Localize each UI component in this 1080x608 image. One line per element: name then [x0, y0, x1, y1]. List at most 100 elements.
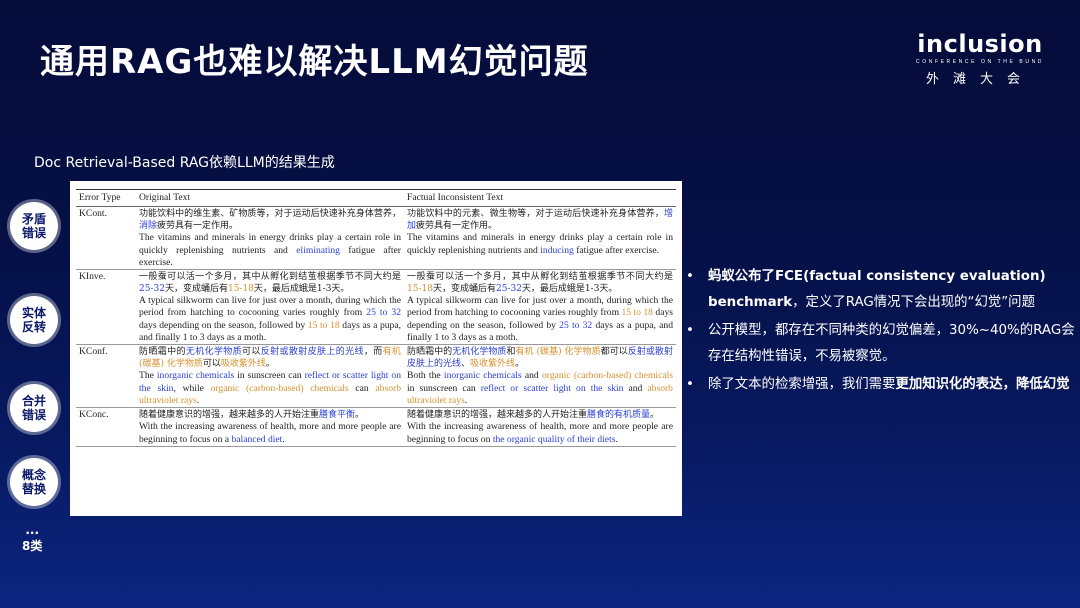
english-text: A typical silkworm can live for just ove…	[139, 295, 401, 319]
chinese-highlight: 15-18	[407, 284, 433, 295]
factual-inconsistent-cell: 随着健康意识的增强，越来越多的人开始注重膳食的有机质量。 With the inc…	[404, 407, 676, 447]
bullet-emphasis: 更加知识化的表达，降低幻觉	[895, 377, 1070, 392]
english-text: .	[615, 433, 618, 445]
english-text: A typical silkworm can live for just ove…	[407, 295, 673, 344]
chinese-text: 疲劳具有一定作用。	[416, 221, 498, 232]
english-text: The	[139, 370, 157, 382]
chinese-text: 功能饮料中的元素、微生物等，对于运动后快速补充身体营养，	[407, 209, 664, 220]
chinese-text: 和	[506, 347, 516, 358]
bullet-text: 公开模型，都存在不同种类的幻觉偏差，30%~40%的RAG会存在结构性错误，不易…	[708, 323, 1075, 364]
chinese-text: 防晒霜中的	[139, 347, 186, 358]
conference-logo: inclusion CONFERENCE ON THE BUND 外滩大会	[916, 30, 1044, 87]
chinese-text: 、	[461, 359, 471, 370]
logo-subtitle: CONFERENCE ON THE BUND	[916, 59, 1044, 65]
chinese-text: 功能饮料中的维生素、矿物质等，对于运动后快速补充身体营养，	[139, 209, 401, 220]
logo-chinese: 外滩大会	[926, 72, 1035, 87]
chinese-text: 。	[355, 410, 365, 421]
chinese-text: 疲劳具有一定作用。	[157, 221, 239, 232]
badge-merge-error: 合并错误	[10, 384, 58, 432]
error-type-table-figure: Error Type Original Text Factual Inconsi…	[70, 181, 682, 516]
chinese-text: 一般蚕可以活一个多月，其中从孵化到结茧根据季节不同大约是25-32天，变成蛹后有…	[139, 271, 401, 295]
badge-label: 概念替换	[21, 468, 46, 496]
bullet-dot-icon: •	[686, 323, 694, 338]
english-text: days depending on the season, followed b…	[139, 319, 308, 331]
chinese-text: 天，变成蛹后有	[432, 284, 496, 295]
bullet-text: 除了文本的检索增强，我们需要	[708, 377, 896, 392]
chinese-text: 天，变成蛹后有	[164, 284, 228, 295]
chinese-text: 随着健康意识的增强，越来越多的人开始注重膳食的有机质量。	[407, 409, 673, 421]
bullet-dot-icon: •	[686, 269, 694, 284]
chinese-text: 功能饮料中的维生素、矿物质等，对于运动后快速补充身体营养，消除疲劳具有一定作用。	[139, 208, 401, 232]
badge-concept-replacement: 概念替换	[10, 458, 58, 506]
english-text: .	[282, 433, 285, 445]
badge-contradiction: 矛盾错误	[10, 202, 58, 250]
slide-title: 通用RAG也难以解决LLM幻觉问题	[40, 42, 589, 82]
english-text: A typical silkworm can live for just ove…	[139, 295, 401, 344]
header-factual-inconsistent-text: Factual Inconsistent Text	[404, 188, 676, 208]
chinese-highlight: 膳食平衡	[319, 410, 356, 421]
english-highlight: eliminating	[296, 244, 340, 256]
more-categories: ... 8类	[22, 522, 42, 554]
chinese-text: 都可以	[600, 347, 628, 358]
more-label: 8类	[22, 539, 43, 553]
header-original-text: Original Text	[136, 188, 404, 208]
chinese-highlight: 有机 (碳基) 化学物质	[515, 347, 601, 358]
error-type-cell: KInve.	[76, 269, 136, 346]
logo-wordmark: inclusion	[917, 30, 1043, 58]
chinese-text: 随着健康意识的增强，越来越多的人开始注重膳食平衡。	[139, 409, 401, 421]
header-error-type: Error Type	[76, 188, 136, 208]
chinese-text: 防晒霜中的无机化学物质和有机 (碳基) 化学物质都可以反射或散射皮肤上的光线、吸…	[407, 346, 673, 370]
english-highlight: organic (carbon-based) chemicals	[210, 382, 349, 394]
chinese-highlight: 无机化学物质	[452, 347, 507, 358]
english-highlight: organic (carbon-based) chemicals	[542, 370, 674, 382]
chinese-highlight: 消除	[139, 221, 158, 232]
chinese-text: 功能饮料中的元素、微生物等，对于运动后快速补充身体营养，增加疲劳具有一定作用。	[407, 208, 673, 232]
bullet-item: • 除了文本的检索增强，我们需要更加知识化的表达，降低幻觉	[686, 372, 1076, 398]
chinese-text: 随着健康意识的增强，越来越多的人开始注重	[139, 410, 320, 421]
error-type-cell: KConf.	[76, 344, 136, 409]
error-type-table: Error Type Original Text Factual Inconsi…	[76, 188, 676, 447]
chinese-text: ，而	[363, 347, 383, 358]
chinese-highlight: 15-18	[227, 284, 254, 295]
badge-label: 矛盾错误	[21, 212, 46, 240]
table-row: KConf. 防晒霜中的无机化学物质可以反射或散射皮肤上的光线，而有机 (碳基) …	[76, 344, 676, 409]
chinese-highlight: 反射或散射皮肤上的光线	[260, 347, 364, 358]
english-highlight: inorganic chemicals	[443, 370, 522, 382]
chinese-text: 可以	[202, 359, 221, 370]
english-highlight: 15 to 18	[307, 319, 340, 331]
chinese-text: 可以	[242, 347, 261, 358]
table-row: KCont. 功能饮料中的维生素、矿物质等，对于运动后快速补充身体营养，消除疲劳具…	[76, 206, 676, 271]
bullet-dot-icon: •	[686, 377, 694, 392]
error-type-cell: KCont.	[76, 206, 136, 271]
bullet-list: • 蚂蚁公布了FCE(factual consistency evaluation…	[686, 264, 1076, 400]
chinese-text: 天，最后成蛾是1-3天。	[521, 284, 618, 295]
chinese-text: 防晒霜中的	[407, 347, 453, 358]
chinese-highlight: 25-32	[495, 284, 522, 295]
english-text: .	[464, 394, 468, 406]
english-text: can	[348, 382, 376, 394]
factual-inconsistent-cell: 一般蚕可以活一个多月，其中从孵化到结茧根据季节不同大约是15-18天，变成蛹后有…	[404, 269, 676, 346]
chinese-text: 随着健康意识的增强，越来越多的人开始注重	[407, 410, 588, 421]
english-text: The inorganic chemicals in sunscreen can…	[139, 370, 401, 407]
chinese-highlight: 吸收紫外线	[220, 359, 266, 370]
more-ellipsis: ...	[25, 523, 40, 537]
original-text-cell: 随着健康意识的增强，越来越多的人开始注重膳食平衡。 With the increa…	[136, 407, 404, 447]
original-text-cell: 功能饮料中的维生素、矿物质等，对于运动后快速补充身体营养，消除疲劳具有一定作用。…	[136, 206, 404, 271]
english-text: The vitamins and minerals in energy drin…	[407, 232, 673, 257]
chinese-highlight: 吸收紫外线	[470, 359, 516, 370]
chinese-text: 一般蚕可以活一个多月，其中从孵化到结茧根据季节不同大约是	[407, 272, 673, 283]
english-text: in sunscreen can	[407, 382, 481, 394]
chinese-text: 一般蚕可以活一个多月，其中从孵化到结茧根据季节不同大约是15-18天，变成蛹后有…	[407, 271, 673, 295]
english-highlight: 15 to 18	[621, 307, 653, 319]
table-row: KConc. 随着健康意识的增强，越来越多的人开始注重膳食平衡。 With the …	[76, 407, 676, 447]
table-row: KInve. 一般蚕可以活一个多月，其中从孵化到结茧根据季节不同大约是25-32天…	[76, 269, 676, 346]
bullet-text: ，定义了RAG情况下会出现的“幻觉”问题	[792, 295, 1035, 310]
english-text: The vitamins and minerals in energy drin…	[139, 232, 401, 269]
original-text-cell: 一般蚕可以活一个多月，其中从孵化到结茧根据季节不同大约是25-32天，变成蛹后有…	[136, 269, 404, 346]
english-highlight: 25 to 32	[559, 319, 593, 331]
english-highlight: balanced diet	[231, 433, 283, 445]
english-highlight: 25 to 32	[366, 307, 401, 319]
chinese-text: 天，最后成蛾是1-3天。	[253, 284, 350, 295]
chinese-highlight: 无机化学物质	[185, 347, 243, 358]
english-text: .	[196, 394, 200, 406]
